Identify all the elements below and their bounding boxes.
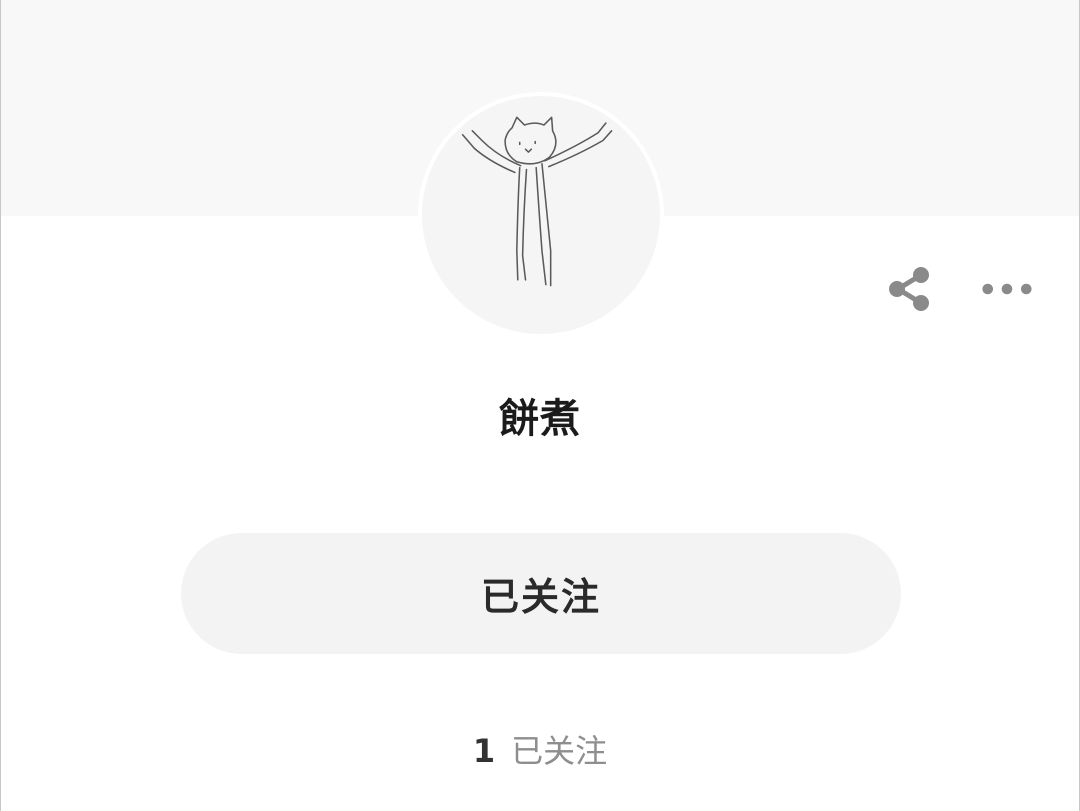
avatar[interactable]	[418, 92, 664, 338]
following-count-link[interactable]: 1 已关注	[1, 726, 1079, 772]
share-button[interactable]	[882, 262, 936, 316]
profile-page: 餅煮 已关注 1 已关注	[0, 0, 1080, 811]
cat-doodle-avatar-image	[461, 116, 613, 287]
more-options-button[interactable]	[980, 262, 1034, 316]
following-label: 已关注	[511, 732, 608, 770]
more-dots-icon	[982, 283, 1032, 295]
following-count: 1	[472, 732, 496, 770]
username: 餅煮	[499, 396, 581, 442]
share-icon	[889, 267, 929, 311]
following-status-button[interactable]: 已关注	[181, 533, 901, 654]
